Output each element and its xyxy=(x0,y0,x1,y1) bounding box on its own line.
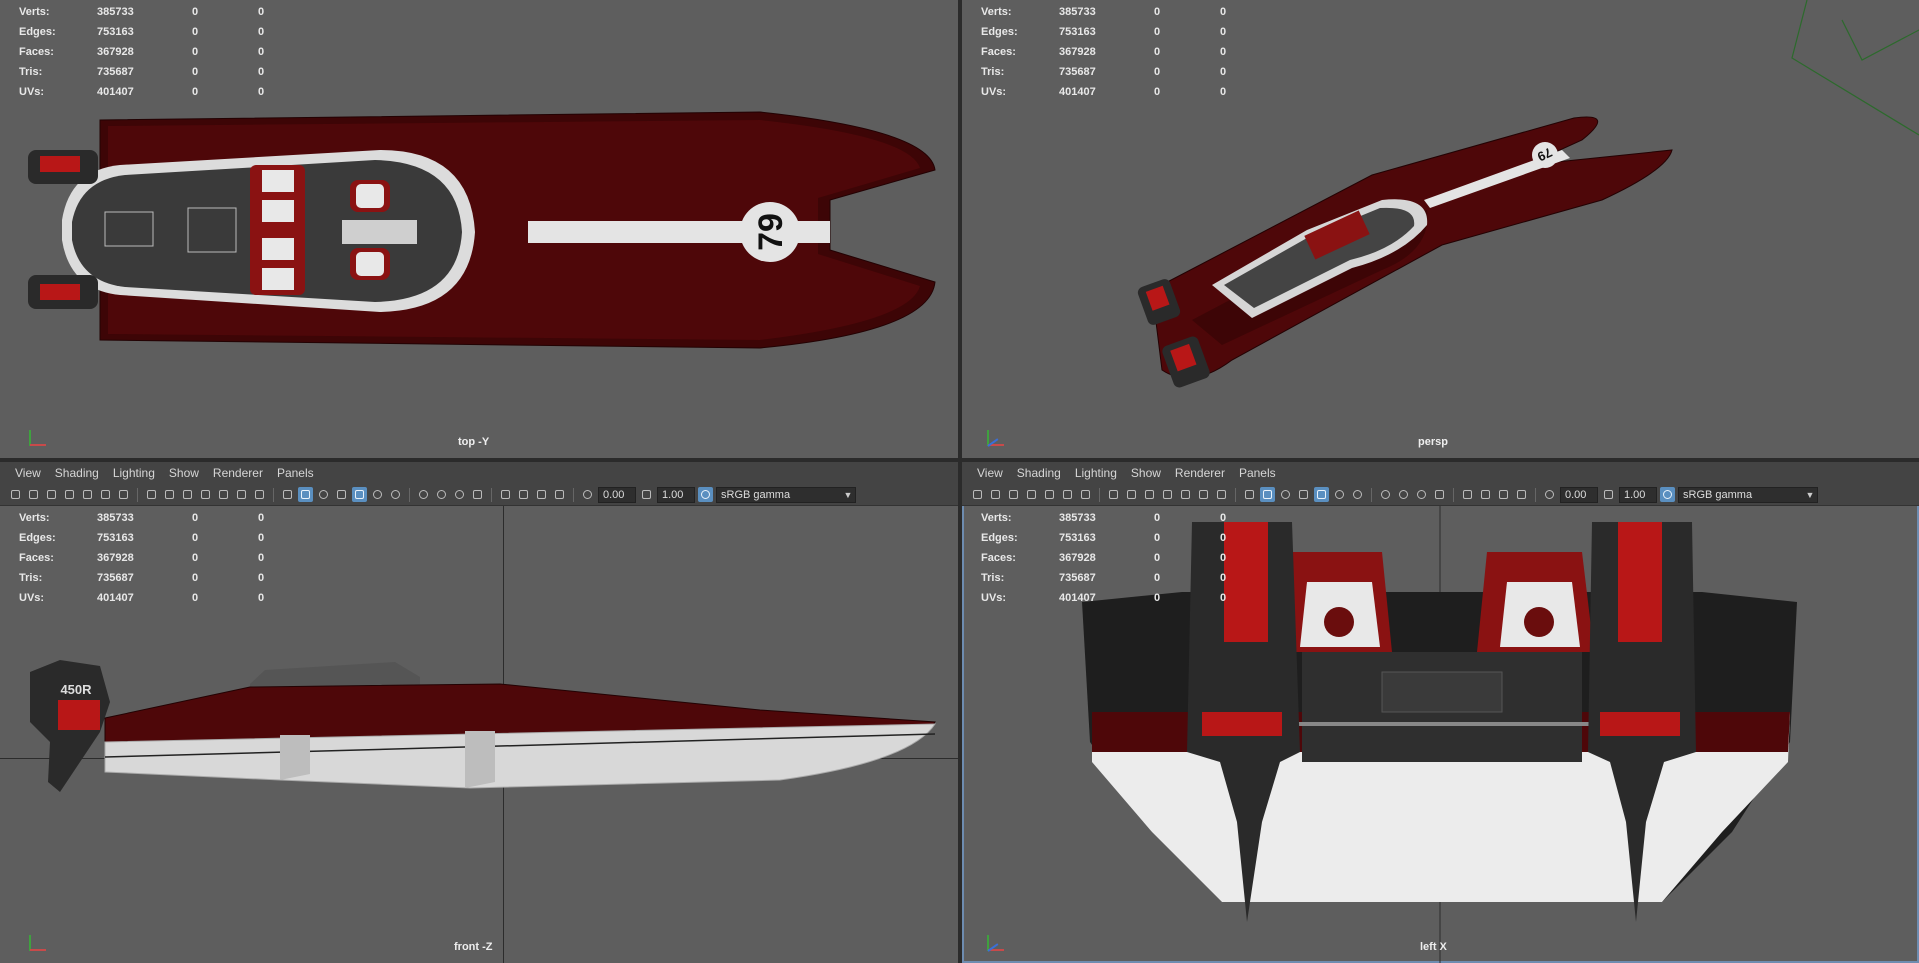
stat-value: 385733 xyxy=(1059,512,1096,524)
axis-gizmo-icon xyxy=(982,931,1010,955)
heads-up-stats: Verts: 385733 0 0 Edges: 753163 0 0 Faces: 3679… xyxy=(981,508,1260,608)
stat-zero: 0 xyxy=(1220,552,1227,564)
boat-front-view: 450R xyxy=(30,660,936,792)
camera-label: persp xyxy=(1418,436,1448,448)
viewport-persp[interactable]: Verts: 385733 0 0 Edges: 753163 0 0 Faces: 3679… xyxy=(962,0,1919,458)
stat-zero: 0 xyxy=(1220,532,1227,544)
engine-label: 450R xyxy=(60,682,92,697)
stat-zero: 0 xyxy=(1154,552,1161,564)
stat-value: 401407 xyxy=(1059,592,1096,604)
stat-zero: 0 xyxy=(1154,592,1161,604)
camera-label: left X xyxy=(1420,941,1447,953)
camera-label: front -Z xyxy=(454,941,493,953)
stat-zero: 0 xyxy=(1220,592,1227,604)
stat-label: Faces: xyxy=(981,552,1016,564)
axis-gizmo-icon xyxy=(24,426,52,450)
stat-zero: 0 xyxy=(1154,532,1161,544)
stat-zero: 0 xyxy=(1154,512,1161,524)
axis-gizmo-icon xyxy=(24,931,52,955)
stat-label: Edges: xyxy=(981,532,1018,544)
stat-value: 735687 xyxy=(1059,572,1096,584)
viewport-left[interactable]: View Shading Lighting Show Renderer Pane… xyxy=(962,462,1919,963)
stat-zero: 0 xyxy=(1220,512,1227,524)
axis-gizmo-icon xyxy=(982,426,1010,450)
stat-value: 753163 xyxy=(1059,532,1096,544)
viewport-front[interactable]: View Shading Lighting Show Renderer Pane… xyxy=(0,462,958,963)
stat-zero: 0 xyxy=(1154,572,1161,584)
stat-label: Tris: xyxy=(981,572,1005,584)
boat-persp-view: 79 xyxy=(1137,0,1919,388)
camera-label: top -Y xyxy=(458,436,490,448)
race-number: 79 xyxy=(752,213,790,251)
stat-value: 367928 xyxy=(1059,552,1096,564)
viewport-top[interactable]: Verts: 385733 0 0 Edges: 753163 0 0 Faces: 3679… xyxy=(0,0,958,458)
stat-label: UVs: xyxy=(981,592,1007,604)
stat-zero: 0 xyxy=(1220,572,1227,584)
boat-top-view: 79 xyxy=(28,111,936,349)
stat-label: Verts: xyxy=(981,512,1012,524)
